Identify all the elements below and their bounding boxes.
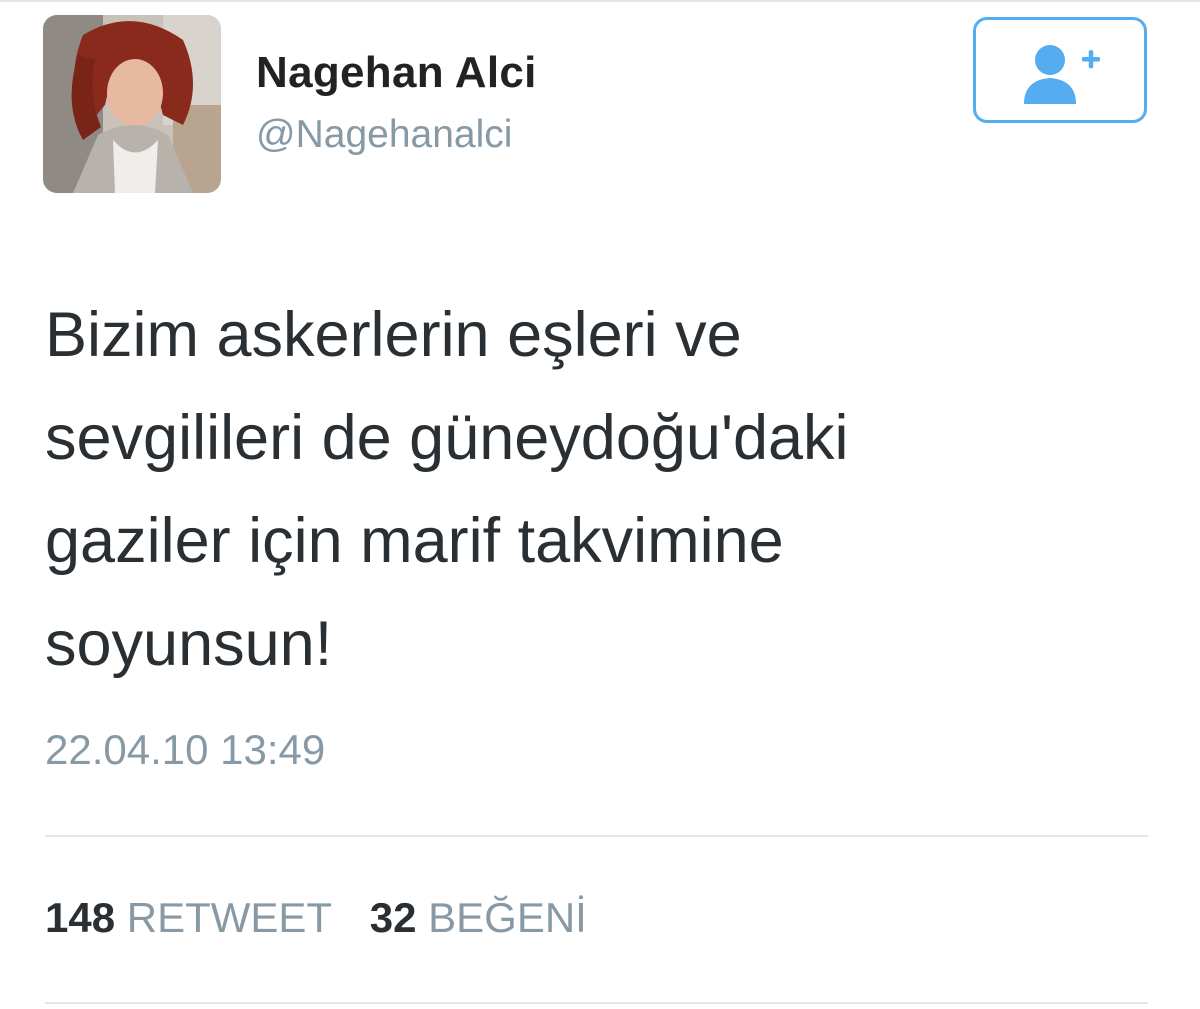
divider <box>45 1002 1148 1004</box>
follow-button[interactable] <box>973 17 1147 123</box>
tweet-stats: 148 RETWEET 32 BEĞENİ <box>45 894 587 942</box>
timestamp[interactable]: 22.04.10 13:49 <box>45 726 325 774</box>
user-handle[interactable]: @Nagehanalci <box>256 113 512 157</box>
like-label: BEĞENİ <box>428 894 587 941</box>
add-user-icon <box>1024 45 1100 104</box>
tweet-text-line: gaziler için marif takvimine <box>45 506 784 576</box>
tweet-text-line: sevgilileri de güneydoğu'daki <box>45 403 849 473</box>
tweet-text-line: Bizim askerlerin eşleri ve <box>45 300 742 370</box>
retweet-count: 148 <box>45 894 116 941</box>
top-edge <box>0 0 1200 2</box>
like-stat[interactable]: 32 BEĞENİ <box>370 894 587 942</box>
like-count: 32 <box>369 894 417 941</box>
tweet-text-line: soyunsun! <box>45 609 333 679</box>
retweet-label: RETWEET <box>126 894 333 941</box>
divider <box>45 835 1148 837</box>
avatar[interactable] <box>43 15 221 193</box>
display-name[interactable]: Nagehan Alci <box>256 48 537 98</box>
retweet-stat[interactable]: 148 RETWEET <box>45 894 332 942</box>
tweet-text: Bizim askerlerin eşleri ve sevgilileri d… <box>45 284 1145 696</box>
profile-photo <box>43 15 221 193</box>
